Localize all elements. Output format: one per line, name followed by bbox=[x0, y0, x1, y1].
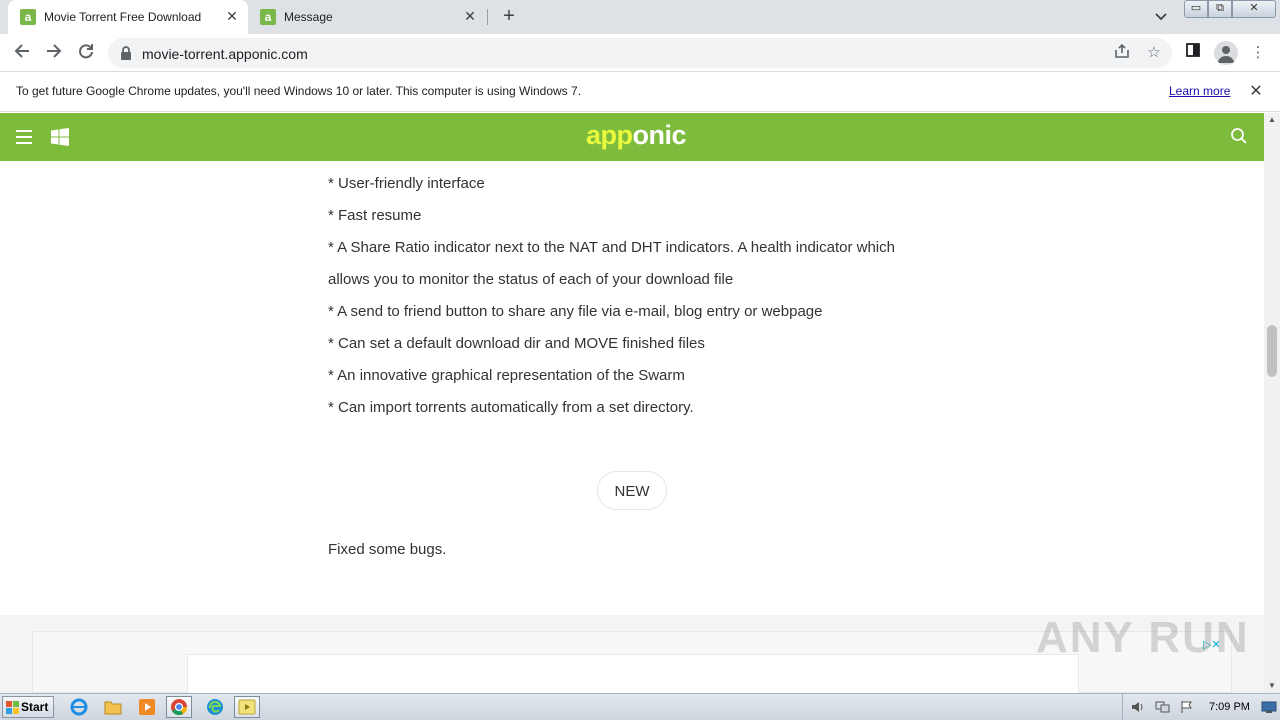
list-item: * Can set a default download dir and MOV… bbox=[328, 335, 705, 352]
windows-logo-icon[interactable] bbox=[51, 128, 69, 146]
list-item: * A send to friend button to share any f… bbox=[328, 303, 823, 320]
share-icon[interactable] bbox=[1112, 43, 1132, 63]
anyrun-watermark: ANY RUN bbox=[1036, 613, 1250, 662]
apponic-logo[interactable]: apponic bbox=[586, 120, 687, 151]
side-panel-icon[interactable] bbox=[1182, 42, 1204, 64]
address-bar[interactable]: movie-torrent.apponic.com ☆ bbox=[108, 38, 1172, 68]
tab-message[interactable]: a Message ✕ bbox=[248, 0, 486, 34]
lock-icon[interactable] bbox=[120, 45, 132, 61]
media-player-icon[interactable] bbox=[134, 696, 160, 718]
site-header: apponic bbox=[0, 113, 1264, 161]
tab-close-icon[interactable]: ✕ bbox=[224, 8, 240, 24]
windows-flag-icon bbox=[6, 701, 19, 714]
scroll-down-arrow-icon[interactable]: ▼ bbox=[1264, 679, 1280, 693]
tab-title: Movie Torrent Free Download bbox=[44, 10, 202, 24]
back-arrow-icon[interactable] bbox=[10, 41, 34, 65]
browser-toolbar: movie-torrent.apponic.com ☆ ⋮ bbox=[0, 34, 1280, 72]
show-desktop-icon[interactable] bbox=[1261, 700, 1277, 714]
internet-explorer-icon[interactable] bbox=[66, 696, 92, 718]
menu-kebab-icon[interactable]: ⋮ bbox=[1247, 42, 1269, 64]
forward-arrow-icon[interactable] bbox=[42, 41, 66, 65]
list-item: * User-friendly interface bbox=[328, 175, 485, 192]
hamburger-menu-icon[interactable] bbox=[16, 130, 32, 144]
list-item: allows you to monitor the status of each… bbox=[328, 271, 734, 288]
update-infobar: To get future Google Chrome updates, you… bbox=[0, 72, 1280, 112]
tab-separator bbox=[487, 9, 488, 25]
list-item: * A Share Ratio indicator next to the NA… bbox=[328, 239, 895, 256]
action-center-flag-icon[interactable] bbox=[1179, 700, 1195, 714]
edge-icon[interactable] bbox=[202, 696, 228, 718]
tab-strip: a Movie Torrent Free Download ✕ a Messag… bbox=[0, 0, 1280, 34]
clock-time[interactable]: 7:09 PM bbox=[1209, 701, 1250, 713]
file-explorer-icon[interactable] bbox=[100, 696, 126, 718]
bookmark-star-icon[interactable]: ☆ bbox=[1144, 43, 1164, 63]
search-icon[interactable] bbox=[1230, 127, 1250, 147]
tab-movie-torrent[interactable]: a Movie Torrent Free Download ✕ bbox=[8, 0, 248, 34]
apponic-favicon-icon: a bbox=[20, 9, 36, 25]
infobar-message: To get future Google Chrome updates, you… bbox=[16, 84, 582, 98]
changes-text: Fixed some bugs. bbox=[328, 541, 447, 558]
scroll-up-arrow-icon[interactable]: ▲ bbox=[1264, 113, 1280, 127]
new-section-badge: NEW bbox=[597, 471, 667, 510]
tab-title: Message bbox=[284, 10, 333, 24]
minimize-button[interactable]: ▭ bbox=[1184, 0, 1208, 18]
ad-content[interactable] bbox=[187, 654, 1079, 693]
tab-search-chevron-icon[interactable] bbox=[1151, 7, 1171, 27]
close-window-button[interactable]: ✕ bbox=[1232, 0, 1276, 18]
feature-list: * User-friendly interface * Fast resume … bbox=[328, 171, 928, 427]
profile-avatar-icon[interactable] bbox=[1214, 41, 1238, 65]
apponic-favicon-icon: a bbox=[260, 9, 276, 25]
system-tray: 7:09 PM bbox=[1122, 694, 1280, 720]
url-text[interactable]: movie-torrent.apponic.com bbox=[142, 46, 308, 62]
list-item: * Can import torrents automatically from… bbox=[328, 399, 694, 416]
tab-close-icon[interactable]: ✕ bbox=[462, 8, 478, 24]
start-button[interactable]: Start bbox=[2, 696, 54, 718]
list-item: * Fast resume bbox=[328, 207, 422, 224]
chrome-icon[interactable] bbox=[166, 696, 192, 718]
infobar-close-icon[interactable]: ✕ bbox=[1246, 82, 1266, 102]
new-tab-plus-icon[interactable]: + bbox=[498, 5, 520, 27]
learn-more-link[interactable]: Learn more bbox=[1169, 84, 1230, 98]
page-scrollbar[interactable]: ▲ ▼ bbox=[1264, 113, 1280, 693]
network-icon[interactable] bbox=[1155, 700, 1171, 714]
anyrun-app-icon[interactable] bbox=[234, 696, 260, 718]
page-viewport: apponic * User-friendly interface * Fast… bbox=[0, 113, 1264, 693]
scroll-thumb[interactable] bbox=[1267, 325, 1277, 377]
restore-button[interactable]: ⧉ bbox=[1208, 0, 1232, 18]
windows-taskbar: Start 7:09 PM bbox=[0, 693, 1280, 720]
reload-icon[interactable] bbox=[74, 41, 98, 65]
volume-icon[interactable] bbox=[1131, 700, 1147, 714]
list-item: * An innovative graphical representation… bbox=[328, 367, 685, 384]
